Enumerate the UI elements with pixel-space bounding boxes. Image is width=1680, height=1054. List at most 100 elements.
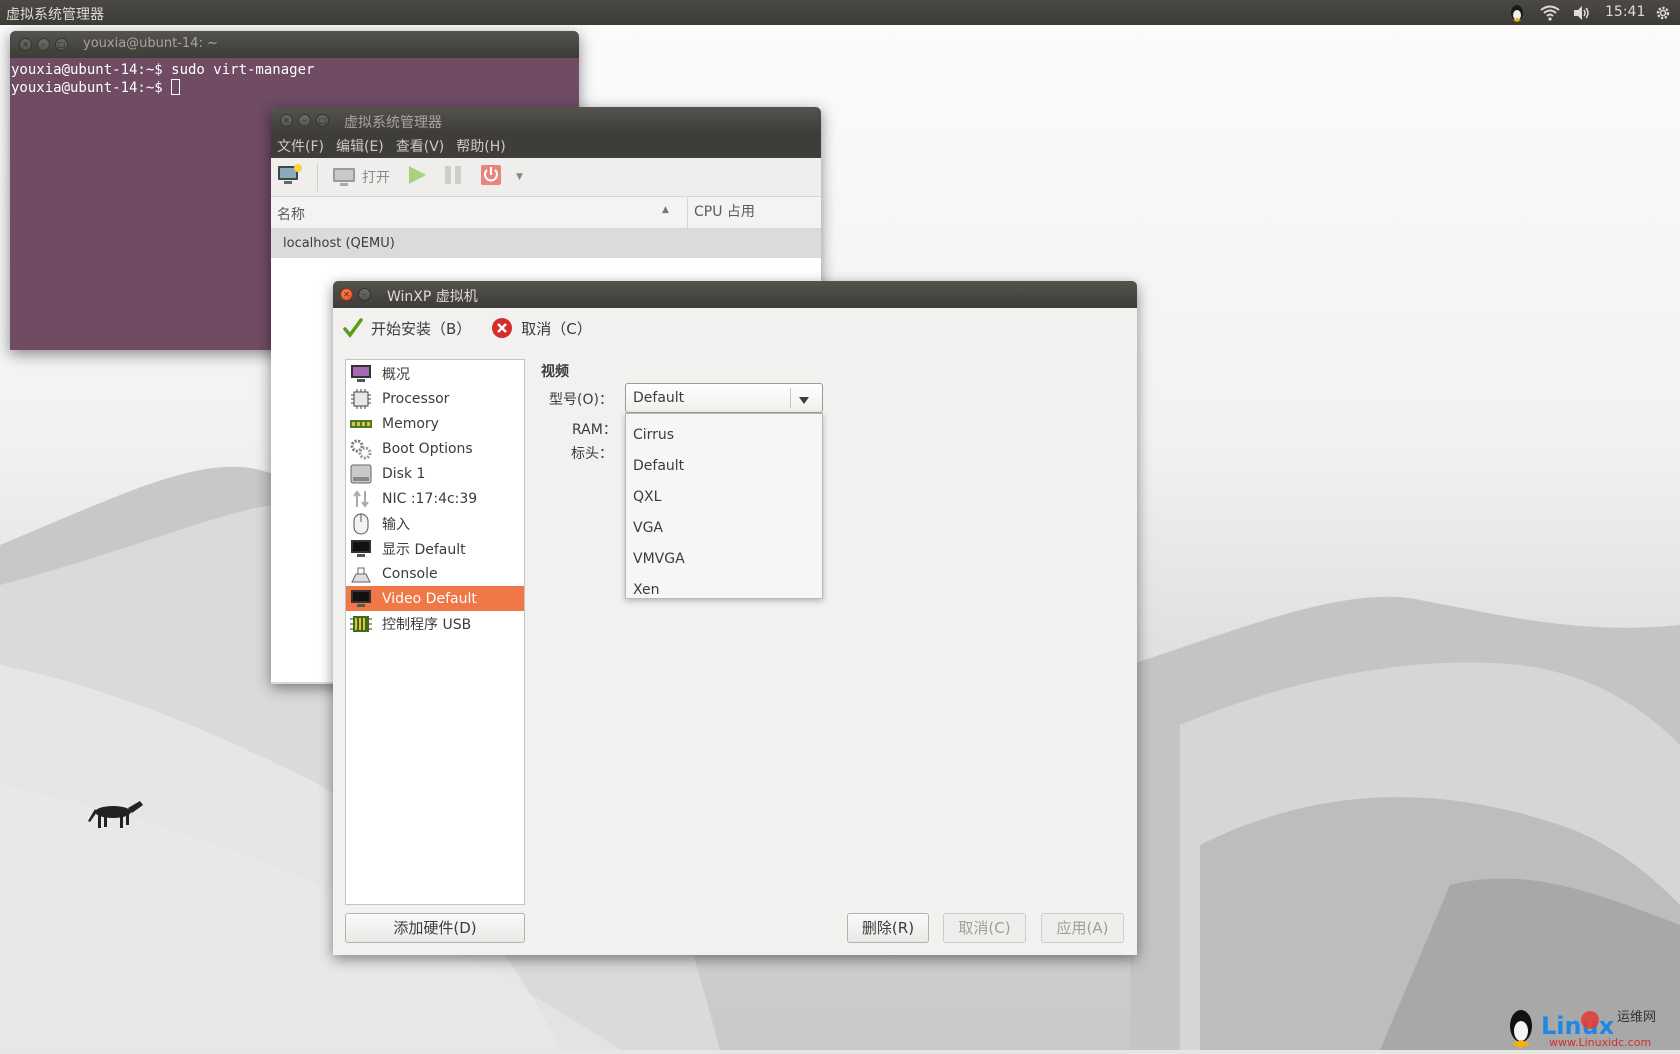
- model-option-vga[interactable]: VGA: [626, 513, 822, 544]
- display-monitor-icon: [348, 538, 374, 560]
- monitor-icon: [333, 168, 355, 186]
- hw-label: Processor: [382, 390, 450, 407]
- terminal-line-prompt: youxia@ubunt-14:~$: [11, 79, 578, 96]
- model-option-vmvga[interactable]: VMVGA: [626, 544, 822, 575]
- vm-details-dialog: ✕ – WinXP 虚拟机 开始安装（B） 取消（C） 概况 Processor…: [333, 281, 1137, 955]
- clock[interactable]: 15:41: [1605, 4, 1645, 20]
- begin-install-button[interactable]: 开始安装（B）: [343, 318, 471, 339]
- ram-label: RAM：: [572, 422, 617, 438]
- hw-item-disk[interactable]: Disk 1: [346, 461, 524, 486]
- vmm-titlebar[interactable]: ✕ – □ 虚拟系统管理器: [271, 107, 821, 134]
- minimize-button[interactable]: –: [37, 38, 50, 51]
- hw-item-nic[interactable]: NIC :17:4c:39: [346, 486, 524, 511]
- menu-bar: 文件(F) 编辑(E) 查看(V) 帮助(H): [271, 134, 821, 158]
- window-title: youxia@ubunt-14: ~: [83, 36, 218, 51]
- hw-item-usb-controller[interactable]: 控制程序 USB: [346, 611, 524, 636]
- toolbar-separator: [317, 163, 318, 191]
- hw-item-boot-options[interactable]: Boot Options: [346, 436, 524, 461]
- hw-item-processor[interactable]: Processor: [346, 386, 524, 411]
- sort-ascending-icon: ▲: [662, 205, 669, 215]
- menu-edit[interactable]: 编辑(E): [336, 136, 384, 156]
- model-option-xen[interactable]: Xen: [626, 575, 822, 606]
- mouse-icon: [348, 513, 374, 535]
- hw-label: 控制程序 USB: [382, 616, 472, 633]
- remove-button[interactable]: 删除(R): [847, 913, 929, 943]
- new-vm-icon: [278, 164, 302, 184]
- hw-item-video[interactable]: Video Default: [346, 586, 524, 611]
- close-button[interactable]: ✕: [19, 38, 32, 51]
- add-hardware-button[interactable]: 添加硬件(D): [345, 913, 525, 943]
- gear-icon[interactable]: [1654, 3, 1672, 22]
- overview-monitor-icon: [348, 363, 374, 385]
- close-button[interactable]: ✕: [280, 114, 293, 127]
- column-name[interactable]: 名称: [277, 204, 305, 224]
- model-combobox[interactable]: Default: [625, 383, 823, 413]
- model-option-default[interactable]: Default: [626, 451, 822, 482]
- watermark-logo: Linux 运维网 www.Linuxidc.com: [1505, 1000, 1680, 1050]
- run-button[interactable]: [406, 164, 428, 190]
- minimize-button[interactable]: –: [358, 288, 371, 301]
- model-dropdown-menu: Cirrus Default QXL VGA VMVGA Xen: [625, 413, 823, 599]
- pause-icon: [445, 166, 461, 184]
- model-option-qxl[interactable]: QXL: [626, 482, 822, 513]
- dialog-titlebar[interactable]: ✕ – WinXP 虚拟机: [333, 281, 1137, 308]
- hw-label: 概况: [382, 366, 410, 383]
- combo-separator: [790, 388, 791, 408]
- cancel-button[interactable]: 取消(C): [943, 913, 1026, 943]
- close-button[interactable]: ✕: [340, 288, 353, 301]
- window-title: 虚拟系统管理器: [344, 115, 442, 131]
- open-label: 打开: [362, 170, 390, 186]
- play-icon: [409, 166, 426, 184]
- terminal-titlebar[interactable]: ✕ – □ youxia@ubunt-14: ~: [10, 31, 579, 58]
- connection-row[interactable]: localhost (QEMU): [271, 229, 821, 258]
- shutdown-button[interactable]: [480, 164, 502, 190]
- hw-label: 显示 Default: [382, 541, 466, 558]
- top-panel: 虚拟系统管理器 15:41: [0, 0, 1680, 25]
- console-icon: [348, 563, 374, 585]
- section-title: 视频: [541, 364, 569, 380]
- hw-item-memory[interactable]: Memory: [346, 411, 524, 436]
- power-icon: [481, 165, 501, 185]
- heads-label: 标头：: [571, 446, 613, 462]
- pause-button[interactable]: [442, 164, 464, 190]
- qq-penguin-icon[interactable]: [1508, 3, 1526, 22]
- new-vm-button[interactable]: [277, 163, 303, 191]
- hw-label: Memory: [382, 415, 439, 432]
- hw-label: NIC :17:4c:39: [382, 490, 478, 507]
- open-button[interactable]: 打开: [332, 166, 390, 188]
- hw-item-input[interactable]: 输入: [346, 511, 524, 536]
- wifi-icon[interactable]: [1540, 3, 1560, 22]
- apply-button[interactable]: 应用(A): [1041, 913, 1124, 943]
- memory-module-icon: [348, 413, 374, 435]
- toolbar: 打开 ▼: [271, 158, 821, 197]
- cancel-x-icon: [492, 318, 513, 338]
- shutdown-menu-chevron-icon[interactable]: ▼: [516, 172, 523, 182]
- hw-label: Disk 1: [382, 465, 426, 482]
- menu-view[interactable]: 查看(V): [396, 136, 445, 156]
- vm-list-header: 名称 ▲ CPU 占用: [271, 197, 821, 229]
- hw-label: Boot Options: [382, 440, 473, 457]
- cancel-install-button[interactable]: 取消（C）: [491, 317, 592, 339]
- install-actions: 开始安装（B） 取消（C）: [333, 308, 1137, 348]
- begin-install-label: 开始安装（B）: [371, 319, 472, 338]
- window-title: WinXP 虚拟机: [387, 289, 478, 305]
- maximize-button[interactable]: □: [55, 38, 68, 51]
- menu-file[interactable]: 文件(F): [277, 136, 324, 156]
- hw-item-display[interactable]: 显示 Default: [346, 536, 524, 561]
- minimize-button[interactable]: –: [298, 114, 311, 127]
- video-monitor-icon: [348, 588, 374, 610]
- hw-label: Console: [382, 565, 438, 582]
- hardware-list: 概况 Processor Memory Boot Options Disk 1 …: [345, 359, 525, 905]
- hw-item-overview[interactable]: 概况: [346, 361, 524, 386]
- model-value: Default: [633, 390, 685, 406]
- text-cursor: [171, 79, 181, 95]
- column-cpu[interactable]: CPU 占用: [687, 197, 755, 228]
- hw-item-console[interactable]: Console: [346, 561, 524, 586]
- volume-icon[interactable]: [1572, 3, 1592, 22]
- watermark-text: 运维网: [1617, 1010, 1657, 1025]
- terminal-prompt: youxia@ubunt-14:~$: [11, 80, 172, 96]
- model-option-cirrus[interactable]: Cirrus: [626, 420, 822, 451]
- menu-help[interactable]: 帮助(H): [456, 136, 505, 156]
- maximize-button[interactable]: □: [316, 114, 329, 127]
- active-app-title: 虚拟系统管理器: [6, 7, 104, 23]
